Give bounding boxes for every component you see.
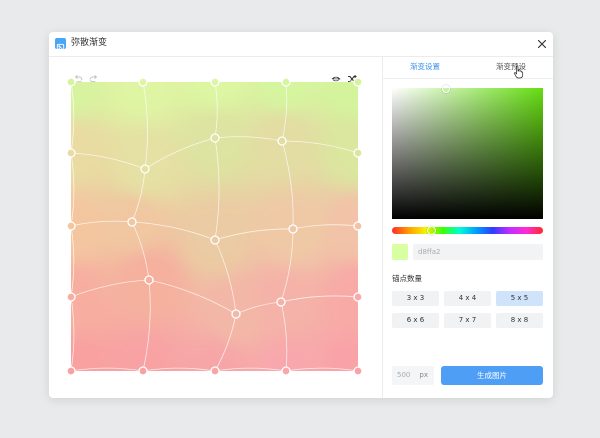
tab-gradient-presets[interactable]: 渐变预设 — [469, 60, 553, 78]
mesh-line — [131, 168, 146, 223]
gradient-canvas[interactable] — [66, 77, 363, 376]
mesh-control-point[interactable] — [66, 221, 76, 231]
mesh-control-point[interactable] — [288, 224, 298, 234]
mesh-line — [214, 136, 283, 142]
mesh-line — [281, 140, 359, 154]
mesh-control-point[interactable] — [140, 164, 150, 174]
mesh-control-point[interactable] — [138, 77, 148, 87]
tab-underline — [383, 78, 553, 79]
mesh-line — [148, 279, 237, 315]
undo-icon[interactable] — [73, 69, 83, 83]
mesh-line — [281, 140, 294, 230]
mesh-control-point[interactable] — [210, 133, 220, 143]
mesh-control-point[interactable] — [138, 366, 148, 376]
hue-slider-handle[interactable] — [427, 226, 436, 235]
mesh-control-point[interactable] — [66, 148, 76, 158]
mesh-control-point[interactable] — [353, 292, 363, 302]
image-size-unit: px — [419, 371, 428, 379]
mesh-line — [280, 228, 294, 303]
mesh-line — [357, 152, 362, 227]
hue-slider[interactable] — [392, 226, 543, 235]
mesh-line — [142, 367, 216, 372]
mesh-line — [214, 239, 237, 315]
mesh-control-point[interactable] — [210, 235, 220, 245]
mesh-control-point[interactable] — [353, 221, 363, 231]
mesh-line — [214, 367, 287, 372]
settings-panel: 渐变设置 渐变预设 锚点数量 3 x 3 4 x 4 5 x 5 6 x 6 7… — [383, 57, 553, 398]
mesh-line — [144, 137, 216, 170]
mesh-control-point[interactable] — [210, 366, 220, 376]
anchor-option-6x6[interactable]: 6 x 6 — [392, 313, 439, 328]
mesh-line — [70, 81, 75, 154]
mesh-overlay — [66, 77, 363, 376]
mesh-control-point[interactable] — [66, 292, 76, 302]
redo-icon[interactable] — [89, 69, 99, 83]
eye-icon[interactable] — [331, 69, 341, 82]
mesh-line — [214, 81, 218, 139]
mesh-line — [292, 224, 359, 230]
color-swatch[interactable] — [392, 244, 408, 260]
generate-image-button[interactable]: 生成图片 — [441, 366, 543, 385]
mesh-line — [131, 221, 150, 281]
app-logo-icon — [55, 38, 66, 52]
hand-cursor-icon — [513, 64, 525, 79]
mesh-control-point[interactable] — [231, 309, 241, 319]
mesh-line — [70, 367, 144, 372]
mesh-line — [357, 81, 362, 154]
mesh-line — [235, 301, 282, 315]
hex-color-input[interactable] — [413, 244, 543, 260]
mesh-line — [281, 81, 288, 142]
mesh-line — [280, 301, 288, 372]
anchor-option-4x4[interactable]: 4 x 4 — [444, 291, 491, 306]
mesh-line — [280, 295, 359, 303]
mesh-line — [70, 152, 75, 227]
mesh-line — [70, 225, 75, 298]
mesh-line — [70, 279, 150, 298]
picker-handle[interactable] — [442, 85, 450, 93]
mesh-control-point[interactable] — [66, 77, 76, 87]
color-saturation-picker[interactable] — [392, 85, 543, 219]
mesh-control-point[interactable] — [210, 77, 220, 87]
mesh-control-point[interactable] — [144, 275, 154, 285]
anchor-option-7x7[interactable]: 7 x 7 — [444, 313, 491, 328]
mesh-line — [142, 81, 148, 170]
mesh-control-point[interactable] — [281, 77, 291, 87]
mesh-control-point[interactable] — [127, 217, 137, 227]
mesh-line — [285, 367, 359, 372]
image-size-input[interactable]: 500 px — [392, 366, 434, 385]
mesh-line — [70, 296, 75, 372]
mesh-line — [70, 220, 133, 227]
anchor-option-8x8[interactable]: 8 x 8 — [496, 313, 543, 328]
mesh-control-point[interactable] — [353, 77, 363, 87]
mesh-line — [214, 313, 237, 372]
mesh-line — [357, 225, 362, 298]
window-title: 弥散渐变 — [71, 38, 108, 48]
anchor-count-label: 锚点数量 — [392, 274, 422, 283]
title-bar: 弥散渐变 — [49, 32, 553, 57]
mesh-line — [70, 152, 146, 170]
mesh-line — [357, 296, 362, 372]
tab-gradient-settings[interactable]: 渐变设置 — [383, 60, 467, 79]
app-window: 弥散渐变 渐变设置 渐变预设 d8ffa2 锚点数量 3 x 3 4 x 4 5… — [49, 32, 553, 398]
mesh-control-point[interactable] — [276, 297, 286, 307]
canvas-panel — [49, 57, 382, 398]
mesh-line — [214, 228, 294, 241]
anchor-option-5x5[interactable]: 5 x 5 — [496, 291, 543, 306]
image-size-value: 500 — [397, 371, 411, 379]
close-icon[interactable] — [535, 36, 549, 50]
mesh-line — [131, 221, 216, 241]
mesh-control-point[interactable] — [353, 148, 363, 158]
mesh-control-point[interactable] — [281, 366, 291, 376]
mesh-control-point[interactable] — [66, 366, 76, 376]
mesh-line — [142, 78, 216, 83]
shuffle-icon[interactable] — [347, 69, 357, 84]
mesh-line — [214, 137, 220, 241]
mesh-line — [142, 279, 151, 372]
anchor-option-3x3[interactable]: 3 x 3 — [392, 291, 439, 306]
mesh-control-point[interactable] — [277, 136, 287, 146]
mesh-control-point[interactable] — [353, 366, 363, 376]
mesh-line — [214, 78, 287, 83]
